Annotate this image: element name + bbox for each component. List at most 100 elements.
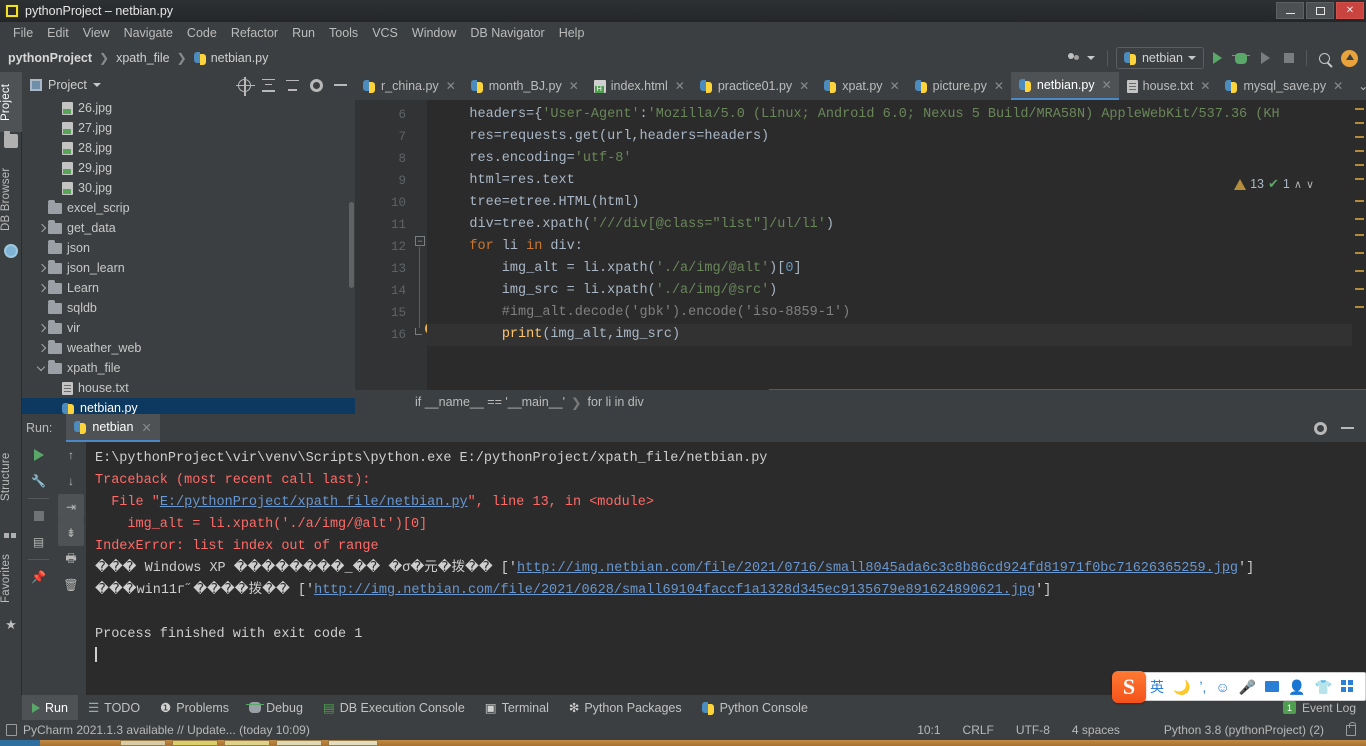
run-tab-netbian[interactable]: netbian ✕ xyxy=(66,414,160,442)
inspection-status[interactable]: 13 ✔ 1 ∧ ∨ xyxy=(1234,176,1314,192)
expand-icon[interactable] xyxy=(286,79,299,92)
editor-tab-month_BJ-py[interactable]: month_BJ.py ✕ xyxy=(463,72,586,100)
bottom-tab-problems[interactable]: ❶ Problems xyxy=(150,695,239,720)
code-content[interactable]: headers={'User-Agent':'Mozilla/5.0 (Linu… xyxy=(427,100,1366,414)
menu-vcs[interactable]: VCS xyxy=(365,24,405,42)
chevron-right-icon[interactable] xyxy=(36,343,47,354)
tree-item-xpath_file[interactable]: xpath_file xyxy=(22,358,355,378)
editor-tab-netbian-py[interactable]: netbian.py ✕ xyxy=(1010,72,1119,100)
editor-tab-index-html[interactable]: index.html ✕ xyxy=(586,72,692,100)
layout-icon[interactable]: ▤ xyxy=(22,529,55,555)
file-encoding[interactable]: UTF-8 xyxy=(1016,723,1050,737)
breadcrumb-scope-for[interactable]: for li in div xyxy=(588,395,644,409)
fold-end-marker[interactable] xyxy=(415,328,422,335)
bottom-tab-terminal[interactable]: ▣ Terminal xyxy=(475,695,559,720)
debug-button[interactable] xyxy=(1230,47,1252,69)
run-toolbar-left[interactable]: 🔧 ▤ 📌 xyxy=(22,442,55,695)
code-line-12[interactable]: for li in div: xyxy=(427,236,1366,258)
breadcrumb-file[interactable]: netbian.py xyxy=(211,51,269,65)
bottom-tab-python-packages[interactable]: ❇ Python Packages xyxy=(559,695,692,720)
close-icon[interactable]: ✕ xyxy=(890,79,900,93)
navbar-actions[interactable]: netbian xyxy=(1064,44,1362,72)
tree-item-vir[interactable]: vir xyxy=(22,318,355,338)
chevron-right-icon[interactable] xyxy=(36,263,47,274)
keyboard-icon[interactable] xyxy=(1265,681,1280,692)
breadcrumb-project[interactable]: pythonProject xyxy=(8,51,92,65)
console-output[interactable]: E:\pythonProject\vir\venv\Scripts\python… xyxy=(87,442,1366,695)
tree-item-28-jpg[interactable]: 28.jpg xyxy=(22,138,355,158)
close-icon[interactable]: ✕ xyxy=(799,79,809,93)
editor-tab-practice01-py[interactable]: practice01.py ✕ xyxy=(692,72,816,100)
code-line-7[interactable]: res=requests.get(url,headers=headers) xyxy=(427,126,1366,148)
line-separator[interactable]: CRLF xyxy=(963,723,994,737)
bottom-tab-debug[interactable]: Debug xyxy=(239,695,313,720)
code-line-16[interactable]: print(img_alt,img_src) xyxy=(427,324,1366,346)
taskbar-start-button[interactable] xyxy=(0,740,40,746)
tree-item-netbian-py[interactable]: netbian.py xyxy=(22,398,355,414)
close-icon[interactable]: ✕ xyxy=(141,420,151,435)
code-line-8[interactable]: res.encoding='utf-8' xyxy=(427,148,1366,170)
code-line-9[interactable]: html=res.text xyxy=(427,170,1366,192)
chevron-right-icon[interactable] xyxy=(36,283,47,294)
breadcrumb-folder[interactable]: xpath_file xyxy=(116,51,170,65)
scroll-to-end-icon[interactable]: ⇟ xyxy=(58,520,84,546)
menu-refactor[interactable]: Refactor xyxy=(224,24,285,42)
close-icon[interactable]: ✕ xyxy=(446,79,456,93)
down-arrow-icon[interactable]: ↓ xyxy=(55,468,87,494)
chevron-down-icon[interactable] xyxy=(36,363,47,374)
tree-item-house-txt[interactable]: house.txt xyxy=(22,378,355,398)
maximize-button[interactable] xyxy=(1306,2,1334,19)
status-message[interactable]: PyCharm 2021.1.3 available // Update... … xyxy=(23,723,310,737)
tree-item-json[interactable]: json xyxy=(22,238,355,258)
menu-navigate[interactable]: Navigate xyxy=(117,24,180,42)
taskbar-item[interactable] xyxy=(120,740,166,746)
event-log-area[interactable]: 1 Event Log xyxy=(1282,701,1366,715)
bottom-tab-python-console[interactable]: Python Console xyxy=(692,695,818,720)
code-line-13[interactable]: img_alt = li.xpath('./a/img/@alt')[0] xyxy=(427,258,1366,280)
console-url-link[interactable]: http://img.netbian.com/file/2021/0716/sm… xyxy=(517,561,1238,576)
next-problem-icon[interactable]: ∨ xyxy=(1306,178,1314,191)
chevron-right-icon[interactable] xyxy=(36,323,47,334)
tree-item-30-jpg[interactable]: 30.jpg xyxy=(22,178,355,198)
taskbar-item[interactable] xyxy=(276,740,322,746)
minimize-icon[interactable] xyxy=(334,84,347,86)
editor-tab-r_china-py[interactable]: r_china.py ✕ xyxy=(355,72,463,100)
sidebar-item-project[interactable]: Project xyxy=(0,72,22,132)
close-icon[interactable]: ✕ xyxy=(569,79,579,93)
soft-wrap-icon[interactable]: ⇥ xyxy=(58,494,84,520)
taskbar-item[interactable] xyxy=(328,740,378,746)
run-button[interactable] xyxy=(1206,47,1228,69)
ime-toolbar[interactable]: S 英 🌙 ʼ, ☺ 🎤 👤 👕 xyxy=(1112,671,1366,703)
menu-view[interactable]: View xyxy=(76,24,117,42)
bottom-tab-db-execution-console[interactable]: ▤ DB Execution Console xyxy=(313,695,475,720)
minimize-button[interactable] xyxy=(1276,2,1304,19)
code-line-11[interactable]: div=tree.xpath('///div[@class="list"]/ul… xyxy=(427,214,1366,236)
sidebar-item-db-browser[interactable]: DB Browser xyxy=(0,157,22,242)
python-interpreter[interactable]: Python 3.8 (pythonProject) (2) xyxy=(1164,723,1324,737)
tree-item-get_data[interactable]: get_data xyxy=(22,218,355,238)
editor-tab-house-txt[interactable]: house.txt ✕ xyxy=(1119,72,1218,100)
stop-icon[interactable] xyxy=(22,503,55,529)
editor-tabs-overflow-icon[interactable]: ⌄ xyxy=(1350,72,1366,100)
editor-tab-picture-py[interactable]: picture.py ✕ xyxy=(907,72,1011,100)
menu-edit[interactable]: Edit xyxy=(40,24,76,42)
minimize-icon[interactable] xyxy=(1341,427,1354,429)
stop-button[interactable] xyxy=(1278,47,1300,69)
sidebar-item-structure[interactable]: Structure xyxy=(0,442,22,512)
event-log-label[interactable]: Event Log xyxy=(1302,701,1356,715)
sidebar-item-favorites[interactable]: Favorites xyxy=(0,542,22,614)
indent-setting[interactable]: 4 spaces xyxy=(1072,723,1120,737)
code-line-14[interactable]: img_src = li.xpath('./a/img/@src') xyxy=(427,280,1366,302)
trash-icon[interactable]: 🗑 xyxy=(55,572,87,598)
fold-marker-for[interactable]: − xyxy=(415,236,425,246)
smiley-icon[interactable]: ☺ xyxy=(1215,680,1229,694)
wrench-icon[interactable]: 🔧 xyxy=(22,468,55,494)
run-coverage-button[interactable] xyxy=(1254,47,1276,69)
close-icon[interactable]: ✕ xyxy=(675,79,685,93)
up-arrow-icon[interactable]: ↑ xyxy=(55,442,87,468)
ime-language-toggle[interactable]: 英 xyxy=(1150,680,1164,694)
bottom-tab-todo[interactable]: ☰ TODO xyxy=(78,695,150,720)
project-panel-tools[interactable] xyxy=(236,76,355,96)
breadcrumb-scope-main[interactable]: if __name__ == '__main__' xyxy=(415,395,565,409)
search-icon[interactable] xyxy=(1313,47,1335,69)
